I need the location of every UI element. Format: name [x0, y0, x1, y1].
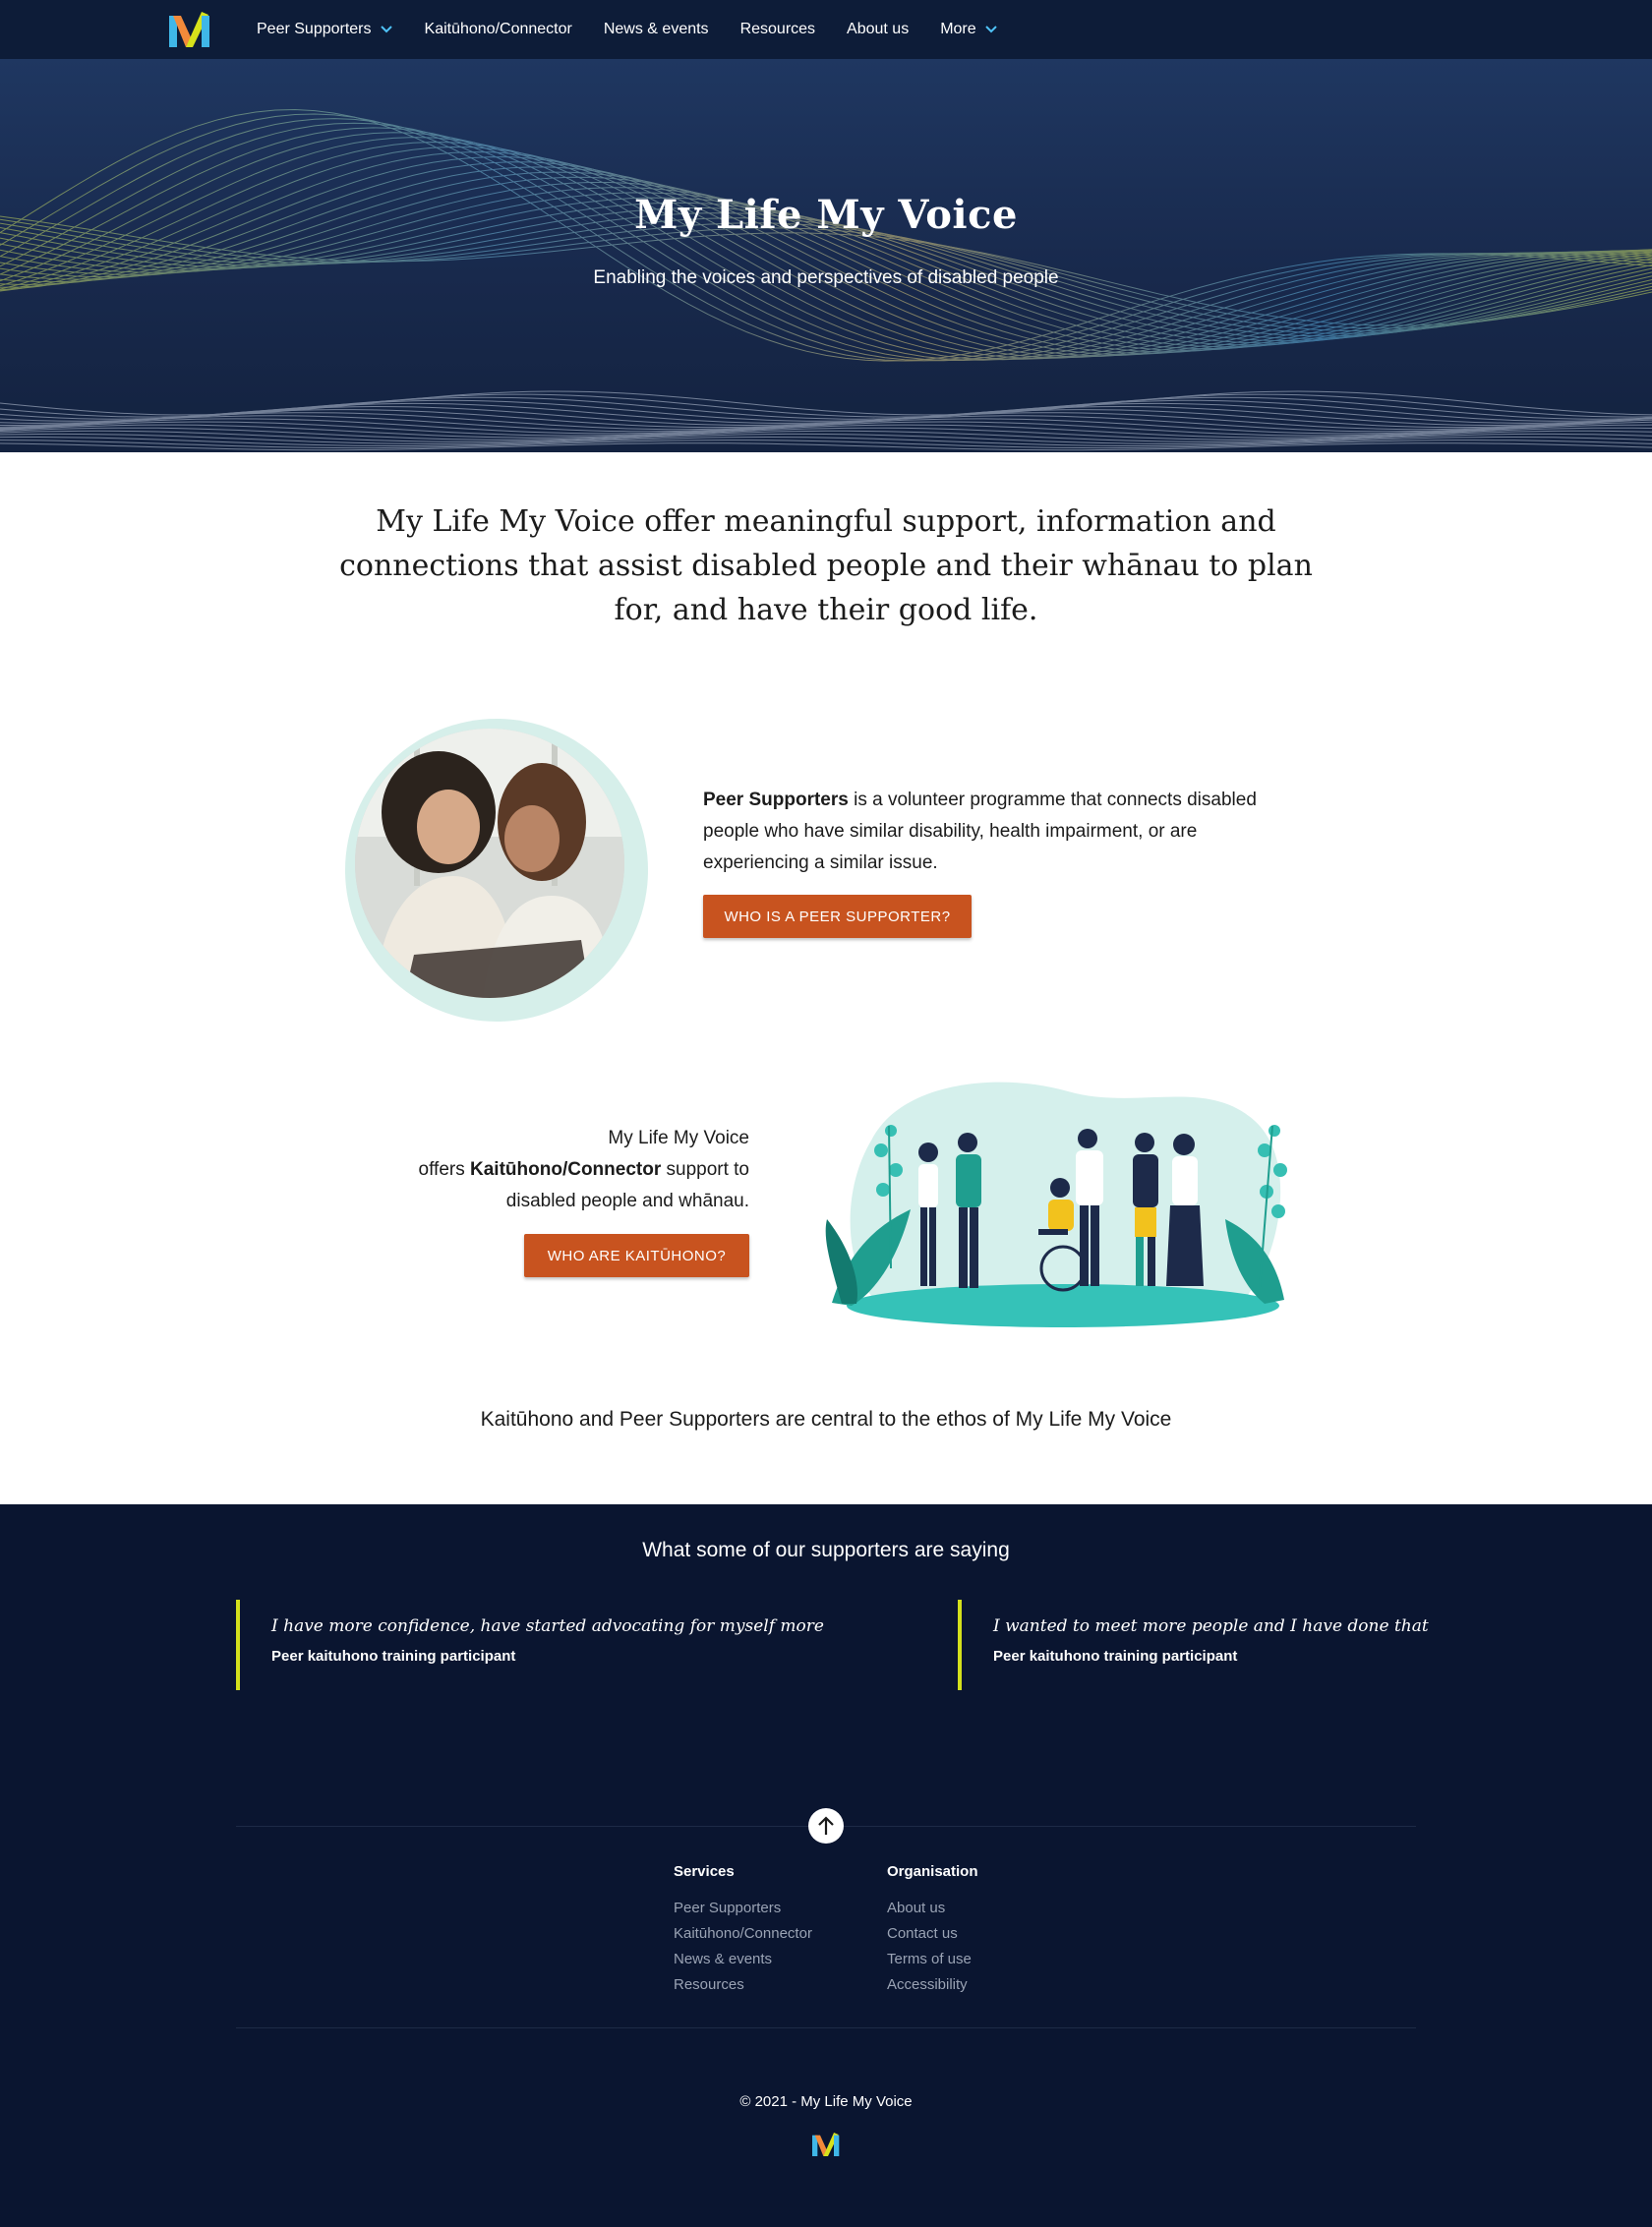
wave-line: [0, 146, 1652, 359]
footer-divider: [236, 2027, 1416, 2028]
nav-label: Resources: [739, 21, 816, 37]
footer-link-contact-us[interactable]: Contact us: [887, 1921, 978, 1947]
footer-link-about-us[interactable]: About us: [887, 1896, 978, 1921]
peer-supporters-bold: Peer Supporters: [703, 790, 849, 810]
footer-link-resources[interactable]: Resources: [674, 1972, 812, 1998]
footer-services-heading: Services: [674, 1863, 735, 1880]
footer-services: Services Peer Supporters Kaitūhono/Conne…: [674, 1863, 812, 1998]
hero-banner: My Life My Voice Enabling the voices and…: [0, 59, 1652, 452]
photo-peer-supporters: [355, 729, 624, 998]
nav-item-peer-supporters[interactable]: Peer Supporters: [257, 21, 393, 38]
logo-icon[interactable]: [169, 12, 210, 47]
footer-link-accessibility[interactable]: Accessibility: [887, 1972, 978, 1998]
footer-link-kaituhono[interactable]: Kaitūhono/Connector: [674, 1921, 812, 1947]
back-to-top-button[interactable]: [808, 1808, 844, 1844]
testimonial-author: Peer kaituhono training participant: [993, 1648, 1238, 1665]
footer-link-news-events[interactable]: News & events: [674, 1947, 812, 1972]
nav-item-about-us[interactable]: About us: [847, 21, 909, 38]
kaituhono-description: My Life My Voice offers Kaitūhono/Connec…: [354, 1123, 749, 1217]
nav-label: Kaitūhono/Connector: [424, 21, 572, 37]
kaituhono-bold: Kaitūhono/Connector: [470, 1159, 662, 1180]
chevron-down-icon: [380, 26, 392, 33]
chevron-down-icon: [984, 26, 997, 33]
footer-organisation: Organisation About us Contact us Terms o…: [887, 1863, 978, 1998]
intro-statement: My Life My Voice offer meaningful suppor…: [339, 504, 1313, 627]
testimonial-author: Peer kaituhono training participant: [271, 1648, 516, 1665]
wave-line: [0, 122, 1652, 361]
testimonial-quote: I have more confidence, have started adv…: [271, 1616, 824, 1636]
nav-label: About us: [847, 21, 910, 37]
hero-subtitle: Enabling the voices and perspectives of …: [593, 267, 1059, 288]
testimonial-card: I have more confidence, have started adv…: [236, 1600, 865, 1690]
copyright: © 2021 - My Life My Voice: [739, 2093, 913, 2110]
illustration-group: [825, 1082, 1287, 1327]
nav-item-kaituhono[interactable]: Kaitūhono/Connector: [425, 21, 572, 38]
testimonial-card: I wanted to meet more people and I have …: [958, 1600, 1429, 1690]
testimonial-quote: I wanted to meet more people and I have …: [993, 1616, 1429, 1636]
wave-line: [0, 440, 1652, 449]
wave-line: [0, 141, 1652, 360]
logo-icon[interactable]: [812, 2132, 840, 2157]
footer-link-terms[interactable]: Terms of use: [887, 1947, 978, 1972]
ethos-statement: Kaitūhono and Peer Supporters are centra…: [480, 1408, 1172, 1431]
top-nav: Peer Supporters Kaitūhono/Connector News…: [0, 0, 1652, 59]
footer-organisation-heading: Organisation: [887, 1863, 978, 1880]
who-is-peer-supporter-button[interactable]: WHO IS A PEER SUPPORTER?: [703, 895, 972, 938]
wave-line: [0, 118, 1652, 362]
footer-link-peer-supporters[interactable]: Peer Supporters: [674, 1896, 812, 1921]
who-are-kaituhono-button[interactable]: WHO ARE KAITŪHONO?: [524, 1234, 749, 1277]
nav-item-more[interactable]: More: [940, 21, 997, 38]
nav-label: News & events: [603, 21, 709, 37]
nav-item-resources[interactable]: Resources: [740, 21, 815, 38]
peer-supporters-description: Peer Supporters is a volunteer programme…: [703, 785, 1293, 879]
hero-title: My Life My Voice: [634, 192, 1018, 238]
nav-label: Peer Supporters: [257, 21, 372, 37]
testimonials-heading: What some of our supporters are saying: [642, 1539, 1010, 1561]
wave-background: [0, 108, 1652, 451]
arrow-up-icon: [818, 1816, 834, 1835]
nav-item-news-events[interactable]: News & events: [604, 21, 709, 38]
nav-label: More: [940, 21, 976, 37]
kaituhono-line1: My Life My Voice: [608, 1128, 749, 1148]
kaituhono-pre: offers: [418, 1159, 471, 1180]
